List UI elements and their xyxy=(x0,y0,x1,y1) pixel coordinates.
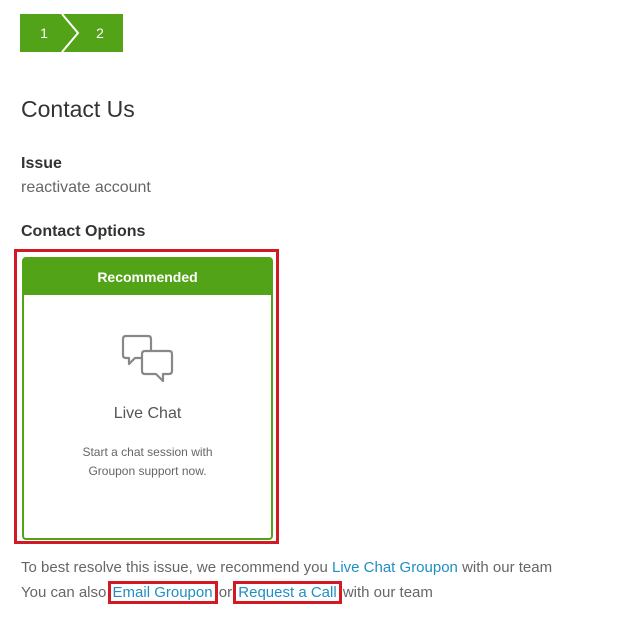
description-line-1: Start a chat session with xyxy=(82,445,213,459)
recommended-banner: Recommended xyxy=(24,259,271,295)
live-chat-card[interactable]: Recommended Live Chat Start a chat sessi… xyxy=(22,257,273,540)
issue-heading: Issue xyxy=(21,155,62,172)
description-line-2: Groupon support now. xyxy=(88,464,207,478)
live-chat-description: Start a chat session with Groupon suppor… xyxy=(54,443,241,481)
line1-suffix: with our team xyxy=(457,559,553,576)
step-1[interactable]: 1 xyxy=(34,14,54,52)
line2-middle: or xyxy=(214,584,237,601)
live-chat-title: Live Chat xyxy=(113,405,182,422)
issue-value: reactivate account xyxy=(21,179,151,196)
recommendation-text: To best resolve this issue, we recommend… xyxy=(21,559,552,576)
contact-page: 1 2 Contact Us Issue reactivate account … xyxy=(0,0,640,628)
chat-bubbles-icon xyxy=(121,333,177,394)
step-2[interactable]: 2 xyxy=(90,14,110,52)
line2-suffix: with our team xyxy=(338,584,433,601)
contact-options-heading: Contact Options xyxy=(21,223,146,240)
card-highlight: Recommended Live Chat Start a chat sessi… xyxy=(14,249,279,544)
alternative-options-text: You can also Email Groupon or Request a … xyxy=(21,581,433,604)
line2-prefix: You can also xyxy=(21,584,111,601)
request-call-link[interactable]: Request a Call xyxy=(233,581,342,604)
page-title: Contact Us xyxy=(21,96,135,122)
line1-prefix: To best resolve this issue, we recommend… xyxy=(21,559,332,576)
live-chat-link[interactable]: Live Chat Groupon xyxy=(332,559,458,576)
email-groupon-link[interactable]: Email Groupon xyxy=(107,581,218,604)
progress-stepper: 1 2 xyxy=(20,14,123,52)
